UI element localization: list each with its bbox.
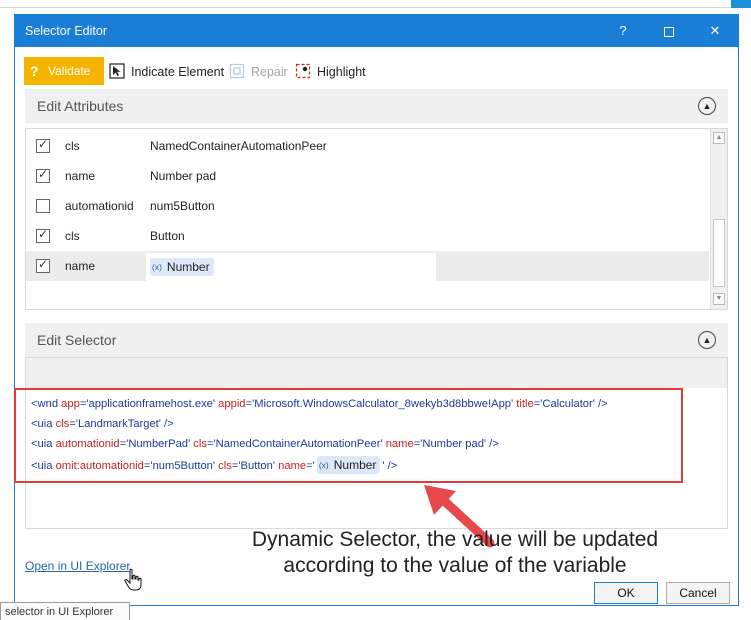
attribute-checkbox[interactable]: ✓ <box>36 137 50 153</box>
tooltip: selector in UI Explorer <box>0 602 130 620</box>
toolbar: ? Validate Indicate Element Repair Highl… <box>15 47 738 87</box>
attribute-row[interactable]: ✓ cls Button <box>26 221 709 251</box>
background-accent <box>731 0 751 8</box>
attributes-scrollbar[interactable]: ▲ ▼ <box>710 129 727 309</box>
annotation-line-2: according to the value of the variable <box>283 554 627 577</box>
attribute-value[interactable]: Number pad <box>150 169 216 183</box>
edit-attributes-title: Edit Attributes <box>37 98 124 114</box>
checkmark-icon: ✓ <box>38 137 49 151</box>
attribute-value[interactable]: Button <box>150 229 185 243</box>
validate-button[interactable]: ? Validate <box>24 57 104 85</box>
attribute-key: name <box>65 259 96 273</box>
hand-cursor-icon <box>124 568 142 591</box>
repair-icon <box>229 63 245 79</box>
edit-selector-header: Edit Selector ▲ <box>25 323 728 357</box>
attribute-key: cls <box>65 229 80 243</box>
maximize-button[interactable] <box>646 15 692 47</box>
collapse-attributes-button[interactable]: ▲ <box>698 97 716 115</box>
maximize-icon <box>664 26 674 37</box>
attribute-checkbox[interactable]: ✓ <box>36 227 50 243</box>
attribute-checkbox[interactable]: ✓ <box>36 167 50 183</box>
scroll-down-arrow-icon[interactable]: ▼ <box>713 293 725 305</box>
scroll-thumb[interactable] <box>713 219 725 287</box>
attribute-key: name <box>65 169 96 183</box>
scroll-up-arrow-icon[interactable]: ▲ <box>713 132 725 144</box>
chevron-up-icon: ▲ <box>702 101 712 111</box>
checkmark-icon: ✓ <box>38 227 49 241</box>
close-button[interactable]: ✕ <box>692 15 738 47</box>
attribute-row-selected[interactable]: ✓ name (x) Number <box>26 251 709 281</box>
edit-attributes-header: Edit Attributes ▲ <box>25 89 728 123</box>
variable-name: Number <box>166 260 210 274</box>
attribute-row[interactable]: ✓ cls NamedContainerAutomationPeer <box>26 131 709 161</box>
attribute-checkbox[interactable] <box>36 199 50 213</box>
attribute-value[interactable]: num5Button <box>150 199 215 213</box>
attribute-row[interactable]: ✓ name Number pad <box>26 161 709 191</box>
edit-selector-title: Edit Selector <box>37 332 117 348</box>
attribute-row[interactable]: automationid num5Button <box>26 191 709 221</box>
help-button[interactable]: ? <box>600 15 646 47</box>
selector-panel-header-strip <box>26 358 727 388</box>
title-bar: Selector Editor ? ✕ <box>15 15 738 47</box>
attribute-value-field[interactable]: (x) Number <box>146 253 436 281</box>
annotation-text: Dynamic Selector, the value will be upda… <box>210 527 700 579</box>
window-title: Selector Editor <box>25 24 107 38</box>
selector-highlight-box <box>14 388 683 483</box>
collapse-selector-button[interactable]: ▲ <box>698 331 716 349</box>
selector-editor-window: Selector Editor ? ✕ ? Validate Indicate … <box>14 14 739 606</box>
annotation-line-1: Dynamic Selector, the value will be upda… <box>251 528 659 551</box>
attributes-list: ✓ cls NamedContainerAutomationPeer ✓ nam… <box>25 128 728 310</box>
open-in-ui-explorer-link[interactable]: Open in UI Explorer <box>25 559 130 573</box>
repair-label: Repair <box>251 65 288 79</box>
chevron-up-icon: ▲ <box>702 335 712 345</box>
attribute-key: cls <box>65 139 80 153</box>
highlight-label: Highlight <box>317 65 366 79</box>
checkmark-icon: ✓ <box>38 167 49 181</box>
indicate-element-label: Indicate Element <box>131 65 225 79</box>
attribute-key: automationid <box>65 199 134 213</box>
question-mark-icon: ? <box>30 63 39 79</box>
variable-chip[interactable]: (x) Number <box>150 258 214 276</box>
attribute-value[interactable]: NamedContainerAutomationPeer <box>150 139 327 153</box>
ok-button[interactable]: OK <box>594 582 658 604</box>
variable-icon: (x) <box>152 262 162 272</box>
attribute-checkbox[interactable]: ✓ <box>36 257 50 273</box>
cancel-button[interactable]: Cancel <box>666 582 730 604</box>
indicate-cursor-icon <box>109 63 125 79</box>
highlight-icon <box>295 63 311 79</box>
background-top-strip <box>0 0 751 8</box>
checkmark-icon: ✓ <box>38 257 49 271</box>
validate-label: Validate <box>48 64 91 78</box>
